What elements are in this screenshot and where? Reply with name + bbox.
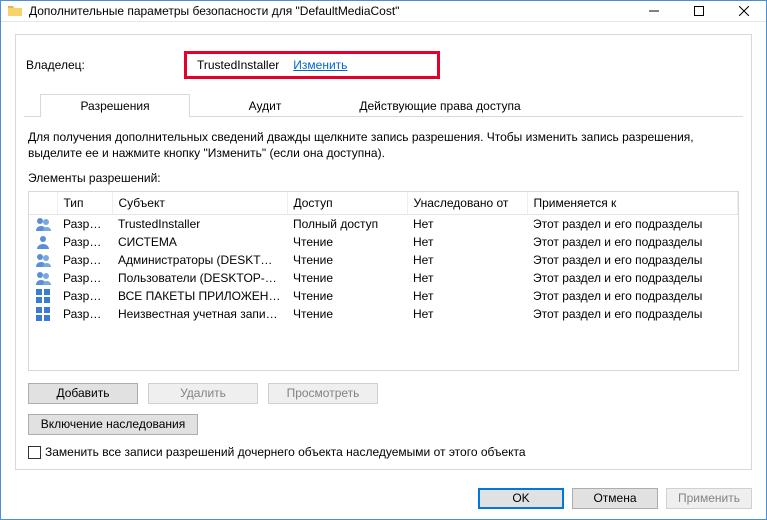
enable-inheritance-button[interactable]: Включение наследования bbox=[28, 414, 198, 435]
cell-access: Чтение bbox=[287, 305, 407, 323]
col-subject[interactable]: Субъект bbox=[112, 192, 287, 215]
col-inherited[interactable]: Унаследовано от bbox=[407, 192, 527, 215]
cell-applies: Этот раздел и его подразделы bbox=[527, 269, 738, 287]
cell-access: Полный доступ bbox=[287, 215, 407, 234]
cell-access: Чтение bbox=[287, 269, 407, 287]
change-owner-link[interactable]: Изменить bbox=[293, 58, 347, 72]
row-icon-cell bbox=[29, 305, 57, 323]
cell-subject: Неизвестная учетная запис… bbox=[112, 305, 287, 323]
row-icon-cell bbox=[29, 269, 57, 287]
permissions-table: Тип Субъект Доступ Унаследовано от Приме… bbox=[28, 191, 739, 371]
row-icon-cell bbox=[29, 233, 57, 251]
owner-value: TrustedInstaller bbox=[197, 58, 279, 72]
tab-effective-access[interactable]: Действующие права доступа bbox=[340, 94, 540, 117]
add-button[interactable]: Добавить bbox=[28, 383, 138, 404]
cell-inherited: Нет bbox=[407, 215, 527, 234]
table-row[interactable]: Разр…Администраторы (DESKTOP-…ЧтениеНетЭ… bbox=[29, 251, 738, 269]
highlight-box: TrustedInstaller Изменить bbox=[184, 51, 440, 79]
row-buttons: Добавить Удалить Просмотреть bbox=[28, 383, 739, 404]
tab-permissions[interactable]: Разрешения bbox=[40, 94, 190, 117]
table-row[interactable]: Разр…TrustedInstallerПолный доступНетЭто… bbox=[29, 215, 738, 234]
cell-type: Разр… bbox=[57, 251, 112, 269]
cell-access: Чтение bbox=[287, 287, 407, 305]
replace-checkbox-row: Заменить все записи разрешений дочернего… bbox=[28, 445, 739, 459]
cell-subject: Пользователи (DESKTOP-VN… bbox=[112, 269, 287, 287]
table-row[interactable]: Разр…СИСТЕМАЧтениеНетЭтот раздел и его п… bbox=[29, 233, 738, 251]
cell-type: Разр… bbox=[57, 305, 112, 323]
table-header: Тип Субъект Доступ Унаследовано от Приме… bbox=[29, 192, 738, 215]
replace-checkbox[interactable] bbox=[28, 446, 41, 459]
cell-subject: ВСЕ ПАКЕТЫ ПРИЛОЖЕНИЙ bbox=[112, 287, 287, 305]
instruction-text: Для получения дополнительных сведений дв… bbox=[28, 129, 739, 161]
advanced-security-dialog: Дополнительные параметры безопасности дл… bbox=[0, 0, 767, 520]
close-button[interactable] bbox=[721, 1, 766, 21]
table-row[interactable]: Разр…ВСЕ ПАКЕТЫ ПРИЛОЖЕНИЙЧтениеНетЭтот … bbox=[29, 287, 738, 305]
cell-access: Чтение bbox=[287, 251, 407, 269]
row-icon-cell bbox=[29, 215, 57, 234]
cell-access: Чтение bbox=[287, 233, 407, 251]
window-title: Дополнительные параметры безопасности дл… bbox=[29, 4, 631, 18]
cell-inherited: Нет bbox=[407, 305, 527, 323]
cell-applies: Этот раздел и его подразделы bbox=[527, 305, 738, 323]
owner-label: Владелец: bbox=[24, 58, 184, 72]
owner-row: Владелец: TrustedInstaller Изменить bbox=[24, 51, 743, 79]
cell-type: Разр… bbox=[57, 269, 112, 287]
cell-applies: Этот раздел и его подразделы bbox=[527, 287, 738, 305]
cell-inherited: Нет bbox=[407, 269, 527, 287]
cell-inherited: Нет bbox=[407, 287, 527, 305]
cell-type: Разр… bbox=[57, 215, 112, 234]
footer: OK Отмена Применить bbox=[1, 478, 766, 519]
cell-subject: TrustedInstaller bbox=[112, 215, 287, 234]
cell-applies: Этот раздел и его подразделы bbox=[527, 233, 738, 251]
cell-type: Разр… bbox=[57, 233, 112, 251]
elements-label: Элементы разрешений: bbox=[28, 171, 739, 185]
panel: Владелец: TrustedInstaller Изменить Разр… bbox=[15, 34, 752, 470]
tabs: Разрешения Аудит Действующие права досту… bbox=[24, 93, 743, 117]
cancel-button[interactable]: Отмена bbox=[572, 488, 658, 509]
table-row[interactable]: Разр…Неизвестная учетная запис…ЧтениеНет… bbox=[29, 305, 738, 323]
row-icon-cell bbox=[29, 251, 57, 269]
maximize-button[interactable] bbox=[676, 1, 721, 21]
view-button: Просмотреть bbox=[268, 383, 378, 404]
content: Владелец: TrustedInstaller Изменить Разр… bbox=[1, 22, 766, 478]
replace-checkbox-label: Заменить все записи разрешений дочернего… bbox=[45, 445, 526, 459]
row-icon-cell bbox=[29, 287, 57, 305]
cell-subject: Администраторы (DESKTOP-… bbox=[112, 251, 287, 269]
col-access[interactable]: Доступ bbox=[287, 192, 407, 215]
apply-button: Применить bbox=[666, 488, 752, 509]
folder-icon bbox=[7, 3, 23, 19]
cell-applies: Этот раздел и его подразделы bbox=[527, 215, 738, 234]
remove-button: Удалить bbox=[148, 383, 258, 404]
cell-subject: СИСТЕМА bbox=[112, 233, 287, 251]
window-controls bbox=[631, 1, 766, 21]
cell-applies: Этот раздел и его подразделы bbox=[527, 251, 738, 269]
col-type[interactable]: Тип bbox=[57, 192, 112, 215]
titlebar: Дополнительные параметры безопасности дл… bbox=[1, 1, 766, 22]
minimize-button[interactable] bbox=[631, 1, 676, 21]
ok-button[interactable]: OK bbox=[478, 488, 564, 509]
table-row[interactable]: Разр…Пользователи (DESKTOP-VN…ЧтениеНетЭ… bbox=[29, 269, 738, 287]
cell-type: Разр… bbox=[57, 287, 112, 305]
tab-audit[interactable]: Аудит bbox=[190, 94, 340, 117]
cell-inherited: Нет bbox=[407, 233, 527, 251]
col-applies[interactable]: Применяется к bbox=[527, 192, 738, 215]
cell-inherited: Нет bbox=[407, 251, 527, 269]
